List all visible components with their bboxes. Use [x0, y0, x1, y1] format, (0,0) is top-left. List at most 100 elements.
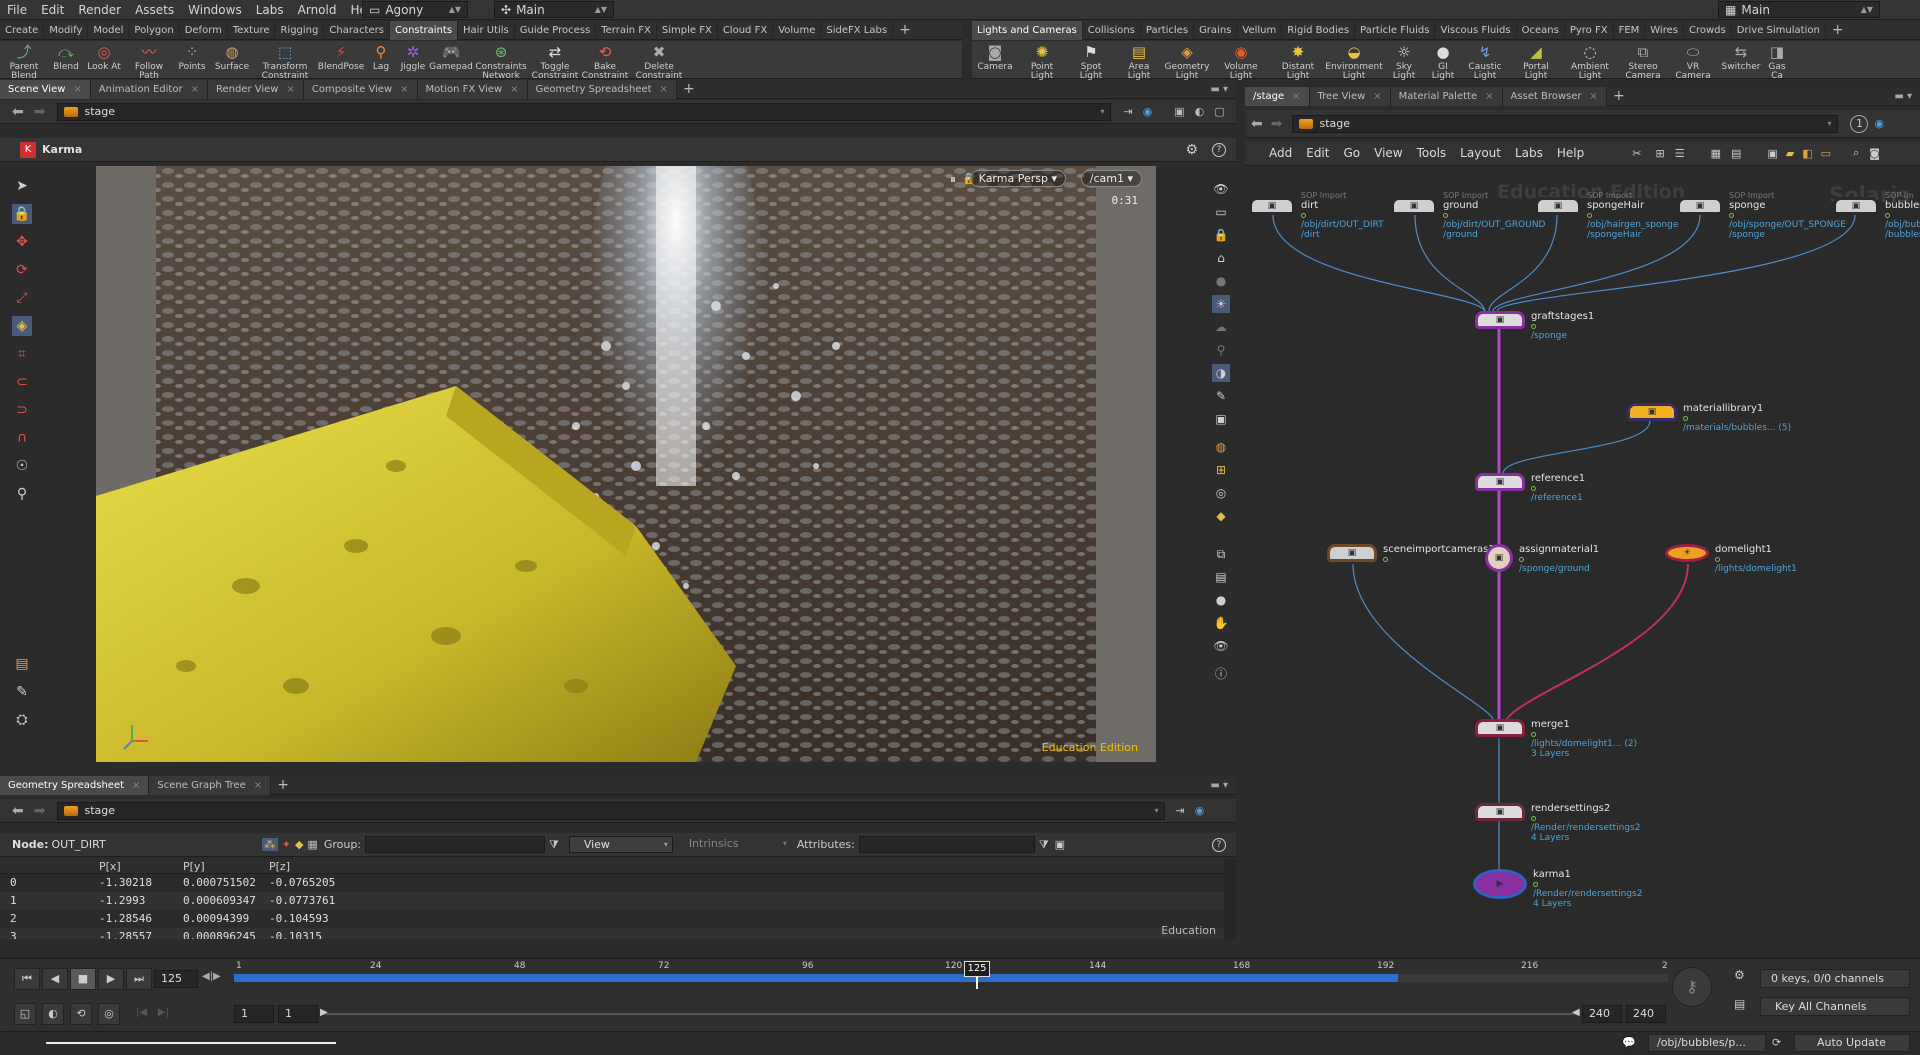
panel-menu-icon[interactable]: ▬ ▾	[1210, 84, 1228, 95]
tool-constraints-network[interactable]: ⊛ Constraints Network	[472, 41, 530, 81]
transform-icon[interactable]: ◈	[12, 316, 32, 336]
menu-help[interactable]: Help	[1557, 146, 1584, 160]
tool-geometry-light[interactable]: ◈ Geometry Light	[1162, 41, 1212, 81]
tool-transform-constraint[interactable]: ⬚ Transform Constraint	[254, 41, 316, 81]
back-arrow-icon[interactable]: ⬅	[12, 803, 24, 819]
range-end-handle[interactable]: ◀	[1572, 1007, 1580, 1018]
shelf-tab-model[interactable]: Model	[88, 20, 130, 40]
info-icon[interactable]: ⓘ	[1212, 665, 1230, 683]
channels-icon[interactable]: ⚙	[1734, 968, 1752, 988]
shelf-tab-guide-process[interactable]: Guide Process	[515, 20, 597, 40]
menu-layout[interactable]: Layout	[1460, 146, 1501, 160]
shelf-tab-simple-fx[interactable]: Simple FX	[657, 20, 718, 40]
shelf-tab-rigging[interactable]: Rigging	[275, 20, 325, 40]
key-all-channels-button[interactable]: Key All Channels	[1760, 997, 1910, 1016]
camera-icon[interactable]: ◙	[1869, 147, 1880, 160]
chat-icon[interactable]: 💬	[1622, 1036, 1636, 1049]
range-slider[interactable]	[324, 1013, 1578, 1015]
shelf-tab-cloud-fx[interactable]: Cloud FX	[718, 20, 774, 40]
tab-tree-view[interactable]: Tree View ×	[1309, 86, 1391, 106]
menu-assets[interactable]: Assets	[128, 3, 181, 17]
header-px[interactable]: P[x]	[97, 859, 181, 873]
tool-blend[interactable]: ⤼ Blend	[48, 41, 84, 72]
shelf-tab-modify[interactable]: Modify	[44, 20, 89, 40]
display-options-icon[interactable]: ▭	[1212, 203, 1230, 221]
tab-asset-browser[interactable]: Asset Browser ×	[1502, 86, 1607, 106]
loop-icon[interactable]: ⟲	[70, 1003, 92, 1025]
rotate-handle-icon[interactable]: ⟳	[12, 260, 32, 280]
node-body[interactable]: ▣	[1249, 197, 1295, 215]
global-animation-icon[interactable]: ◎	[98, 1003, 120, 1025]
view-icon[interactable]: ☉	[12, 456, 32, 476]
shelf-tab-grains[interactable]: Grains	[1194, 20, 1238, 40]
shelf-tab-sidefx-labs[interactable]: SideFX Labs	[821, 20, 894, 40]
tab-composite-view[interactable]: Composite View ×	[303, 79, 418, 99]
tool-switcher[interactable]: ⇆ Switcher	[1718, 41, 1764, 72]
ruler-icon[interactable]: ▤	[12, 654, 32, 674]
fog-icon[interactable]: ☁	[1212, 318, 1230, 336]
tool-surface[interactable]: ◍ Surface	[210, 41, 254, 72]
box-icon[interactable]: ▭	[1821, 147, 1831, 160]
shelf-tab-characters[interactable]: Characters	[324, 20, 390, 40]
node-body[interactable]: ▣	[1475, 719, 1525, 737]
menu-windows[interactable]: Windows	[181, 3, 249, 17]
maximize-icon[interactable]: ▢	[1214, 105, 1224, 118]
header-py[interactable]: P[y]	[181, 859, 267, 873]
tool-environment-light[interactable]: ◒ Environment Light	[1325, 41, 1382, 81]
tool-distant-light[interactable]: ✸ Distant Light	[1270, 41, 1326, 81]
table-scrollbar[interactable]	[1224, 859, 1236, 939]
link-icon[interactable]: ◉	[1874, 117, 1884, 130]
move-handle-icon[interactable]: ✥	[12, 232, 32, 252]
node-body[interactable]: ▣	[1535, 197, 1581, 215]
menu-arnold[interactable]: Arnold	[291, 3, 344, 17]
node-body[interactable]: ▣	[1677, 197, 1723, 215]
tool-vr-camera[interactable]: ⬭ VR Camera	[1668, 41, 1718, 81]
sticky-icon[interactable]: ◧	[1802, 147, 1812, 160]
shelf-tab-create[interactable]: Create	[0, 20, 45, 40]
tool-bake-constraint[interactable]: ⟲ Bake Constraint	[580, 41, 630, 81]
tool-blendpose[interactable]: ⚡ BlendPose	[316, 41, 366, 72]
point-icon[interactable]: ●	[1212, 591, 1230, 609]
shelf-tab-lights-and-cameras[interactable]: Lights and Cameras	[972, 20, 1083, 40]
primitives-icon[interactable]: ◆	[295, 838, 303, 851]
table-row[interactable]: 2 -1.28546 0.00094399 -0.104593	[0, 910, 1224, 928]
list-icon[interactable]: ☰	[1675, 147, 1685, 160]
status-path-field[interactable]: /obj/bubbles/p...	[1648, 1034, 1766, 1052]
tab-scene-graph-tree[interactable]: Scene Graph Tree ×	[149, 775, 272, 795]
eye-icon[interactable]: 👁	[1212, 180, 1230, 198]
end-frame-field[interactable]: 240	[1626, 1005, 1666, 1023]
paint-icon[interactable]: ✎	[12, 682, 32, 702]
shelf-tab-texture[interactable]: Texture	[228, 20, 276, 40]
shelf-tab-terrain-fx[interactable]: Terrain FX	[596, 20, 657, 40]
step-back-icon[interactable]: ◀	[42, 968, 68, 990]
start-frame-field[interactable]: 1	[234, 1005, 274, 1023]
attributes-field[interactable]	[858, 836, 1035, 853]
shade-icon[interactable]: ◑	[1212, 364, 1230, 382]
panel-menu-icon[interactable]: ▬ ▾	[1210, 780, 1228, 791]
frame-icon[interactable]: ⧉	[1212, 545, 1230, 563]
context-dropdown[interactable]: ✣ Main ▲▼	[494, 1, 614, 18]
tool-stereo-camera[interactable]: ⧉ Stereo Camera	[1618, 41, 1668, 81]
light-bulb-icon[interactable]: ⚲	[12, 484, 32, 504]
shelf-tab-deform[interactable]: Deform	[180, 20, 228, 40]
display-icon[interactable]: ◐	[1195, 105, 1205, 118]
snap-point-icon[interactable]: ⊃	[12, 400, 32, 420]
shelf-tab-oceans[interactable]: Oceans	[1517, 20, 1565, 40]
back-arrow-icon[interactable]: ⬅	[12, 104, 24, 120]
settings-icon[interactable]: ▣	[1055, 838, 1065, 851]
tab-geometry-spreadsheet[interactable]: Geometry Spreadsheet ×	[527, 79, 677, 99]
tool-lag[interactable]: ⚲ Lag	[366, 41, 396, 72]
shelf-tab-drive-simulation[interactable]: Drive Simulation	[1732, 20, 1826, 40]
node-body[interactable]: ▣	[1391, 197, 1437, 215]
lock-icon[interactable]: 🔒	[12, 204, 32, 224]
layout-icon[interactable]: ▣	[1174, 105, 1184, 118]
node-body[interactable]: ▣	[1485, 544, 1513, 572]
tab-material-palette[interactable]: Material Palette ×	[1390, 86, 1503, 106]
tool-toggle-constraint[interactable]: ⇄ Toggle Constraint	[530, 41, 580, 81]
guide-icon[interactable]: ⊞	[1212, 461, 1230, 479]
pin-icon[interactable]: ⇥	[1123, 105, 1132, 118]
tool-camera[interactable]: ◙ Camera	[972, 41, 1018, 72]
add-tab-icon[interactable]: +	[683, 81, 695, 97]
node-body[interactable]: ▣	[1475, 473, 1525, 491]
menu-view[interactable]: View	[1374, 146, 1402, 160]
